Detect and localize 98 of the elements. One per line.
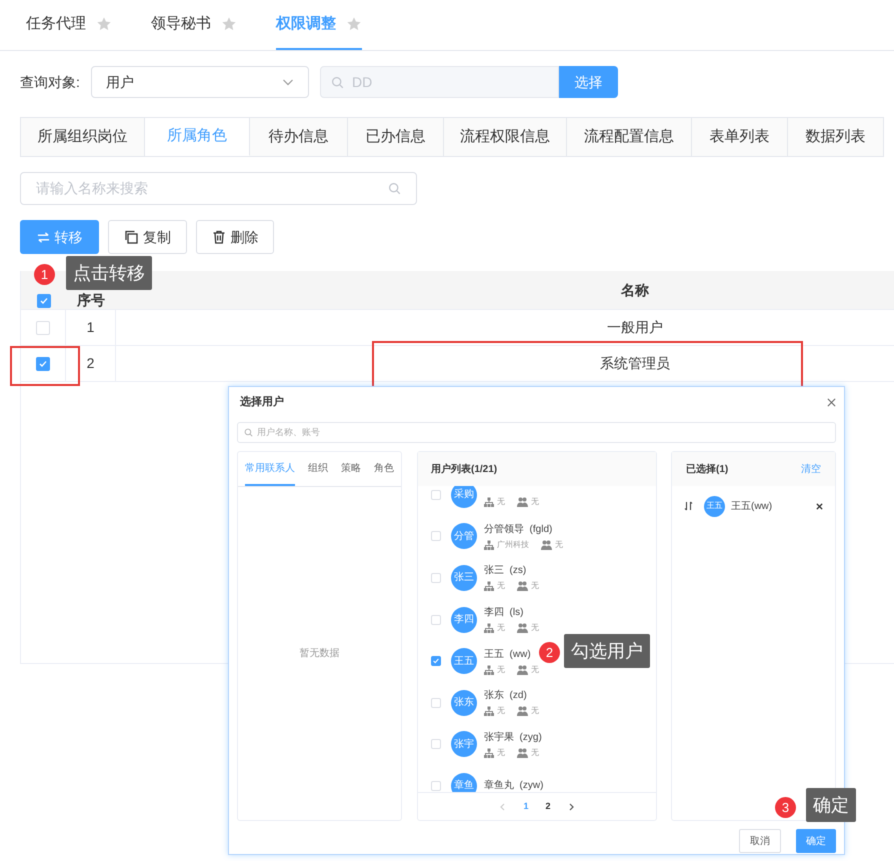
user-avatar: 章鱼	[451, 772, 477, 792]
source-tab[interactable]: 组织	[308, 452, 328, 486]
callout-tooltip: 勾选用户	[564, 634, 650, 668]
people-icon	[517, 706, 528, 716]
people-icon	[517, 748, 528, 758]
trash-icon	[212, 230, 226, 244]
column-header: 序号	[77, 292, 105, 309]
check-icon	[432, 656, 440, 666]
chevron-right-icon[interactable]	[568, 802, 575, 810]
user-role: 无	[531, 622, 539, 634]
user-avatar: 张东	[451, 690, 477, 716]
section-tab[interactable]: 流程配置信息	[567, 117, 692, 156]
step-badge: 1	[34, 264, 55, 285]
user-avatar: 张宇	[451, 731, 477, 758]
user-avatar: 采购	[451, 486, 477, 508]
org-icon	[484, 706, 494, 716]
source-tab[interactable]: 角色	[374, 452, 394, 486]
close-icon[interactable]	[827, 398, 836, 406]
delete-button[interactable]: 删除	[196, 220, 274, 254]
source-tab[interactable]: 策略	[341, 452, 361, 486]
user-role: 无	[531, 664, 539, 676]
org-icon	[484, 748, 494, 758]
page-tab[interactable]: 任务代理	[26, 0, 112, 50]
user-org: 广州科技	[497, 538, 529, 551]
page-number[interactable]: 2	[546, 800, 551, 814]
swap-icon	[36, 230, 50, 244]
copy-button[interactable]: 复制	[108, 220, 187, 254]
panel-title: 用户列表(1/21)	[431, 462, 498, 476]
page-tab[interactable]: 领导秘书	[151, 0, 237, 50]
user-avatar: 王五	[451, 648, 477, 674]
user-org: 无	[497, 580, 505, 592]
remove-icon[interactable]	[816, 502, 823, 510]
user-avatar: 王五	[704, 496, 725, 516]
highlight-frame	[10, 346, 80, 386]
table-cell-text: 一般用户	[607, 318, 663, 337]
callout-tooltip: 点击转移	[66, 256, 152, 290]
object-select[interactable]: 用户	[91, 66, 309, 98]
user-avatar: 分管	[451, 523, 477, 550]
section-tab[interactable]: 已办信息	[348, 117, 444, 156]
user-org: 无	[497, 496, 505, 508]
people-icon	[517, 623, 528, 634]
user-avatar: 张三	[451, 564, 477, 591]
user-role: 无	[531, 746, 539, 759]
star-icon[interactable]	[96, 16, 112, 32]
selected-user: 王五(ww)	[731, 500, 774, 514]
callout-tooltip: 确定	[806, 788, 856, 822]
user-org: 无	[497, 746, 505, 759]
people-icon	[517, 581, 528, 592]
table-cell-text: 系统管理员	[600, 354, 670, 373]
user-org: 无	[497, 622, 505, 634]
table-cell-text: 1	[86, 318, 94, 337]
org-icon	[484, 540, 494, 550]
check-icon	[38, 296, 48, 306]
org-icon	[484, 581, 494, 592]
user-role: 无	[531, 580, 539, 592]
org-icon	[484, 664, 494, 675]
section-tab[interactable]: 流程权限信息	[444, 117, 567, 156]
section-tab[interactable]: 所属组织岗位	[20, 117, 145, 156]
search-icon	[244, 428, 253, 437]
people-icon	[541, 540, 552, 550]
user-role: 无	[555, 538, 563, 551]
search-icon	[388, 182, 401, 195]
cancel-button[interactable]: 取消	[739, 829, 781, 853]
user-role: 无	[531, 705, 539, 718]
section-tab[interactable]: 表单列表	[692, 117, 788, 156]
user-org: 无	[497, 664, 505, 676]
section-tab[interactable]: 数据列表	[788, 117, 884, 156]
org-icon	[484, 497, 494, 508]
people-icon	[517, 664, 528, 675]
checkbox[interactable]	[36, 294, 50, 308]
user-name: 张宇果 (zyg)	[484, 730, 542, 745]
check-icon	[38, 358, 48, 368]
org-icon	[484, 623, 494, 634]
column-header: 名称	[621, 280, 649, 300]
user-name: 章鱼丸 (zyw)	[484, 778, 544, 792]
user-org: 无	[497, 705, 505, 718]
user-name: 张三 (zs)	[484, 564, 528, 578]
sort-icon[interactable]	[684, 501, 693, 511]
copy-icon	[124, 230, 138, 244]
star-icon[interactable]	[346, 16, 362, 32]
people-icon	[517, 497, 528, 508]
user-role: 无	[531, 496, 539, 508]
chevron-left-icon[interactable]	[499, 802, 506, 810]
user-name: 李四 (ls)	[484, 606, 524, 620]
panel-title: 已选择(1)	[686, 462, 728, 476]
empty-text: 暂无数据	[300, 646, 340, 661]
table-cell-text: 2	[86, 354, 94, 373]
section-tab[interactable]: 待办信息	[250, 117, 348, 156]
user-name: 分管领导 (fgld)	[484, 522, 554, 537]
user-name: 张东 (zd)	[484, 688, 528, 704]
query-label: 查询对象:	[20, 72, 81, 92]
checkbox[interactable]	[431, 656, 441, 666]
user-name: 王五 (ww)	[484, 648, 532, 662]
checkbox[interactable]	[36, 356, 50, 370]
star-icon[interactable]	[221, 16, 237, 32]
search-icon	[331, 76, 344, 88]
dialog-title: 选择用户	[239, 394, 284, 410]
user-avatar: 李四	[451, 606, 477, 633]
